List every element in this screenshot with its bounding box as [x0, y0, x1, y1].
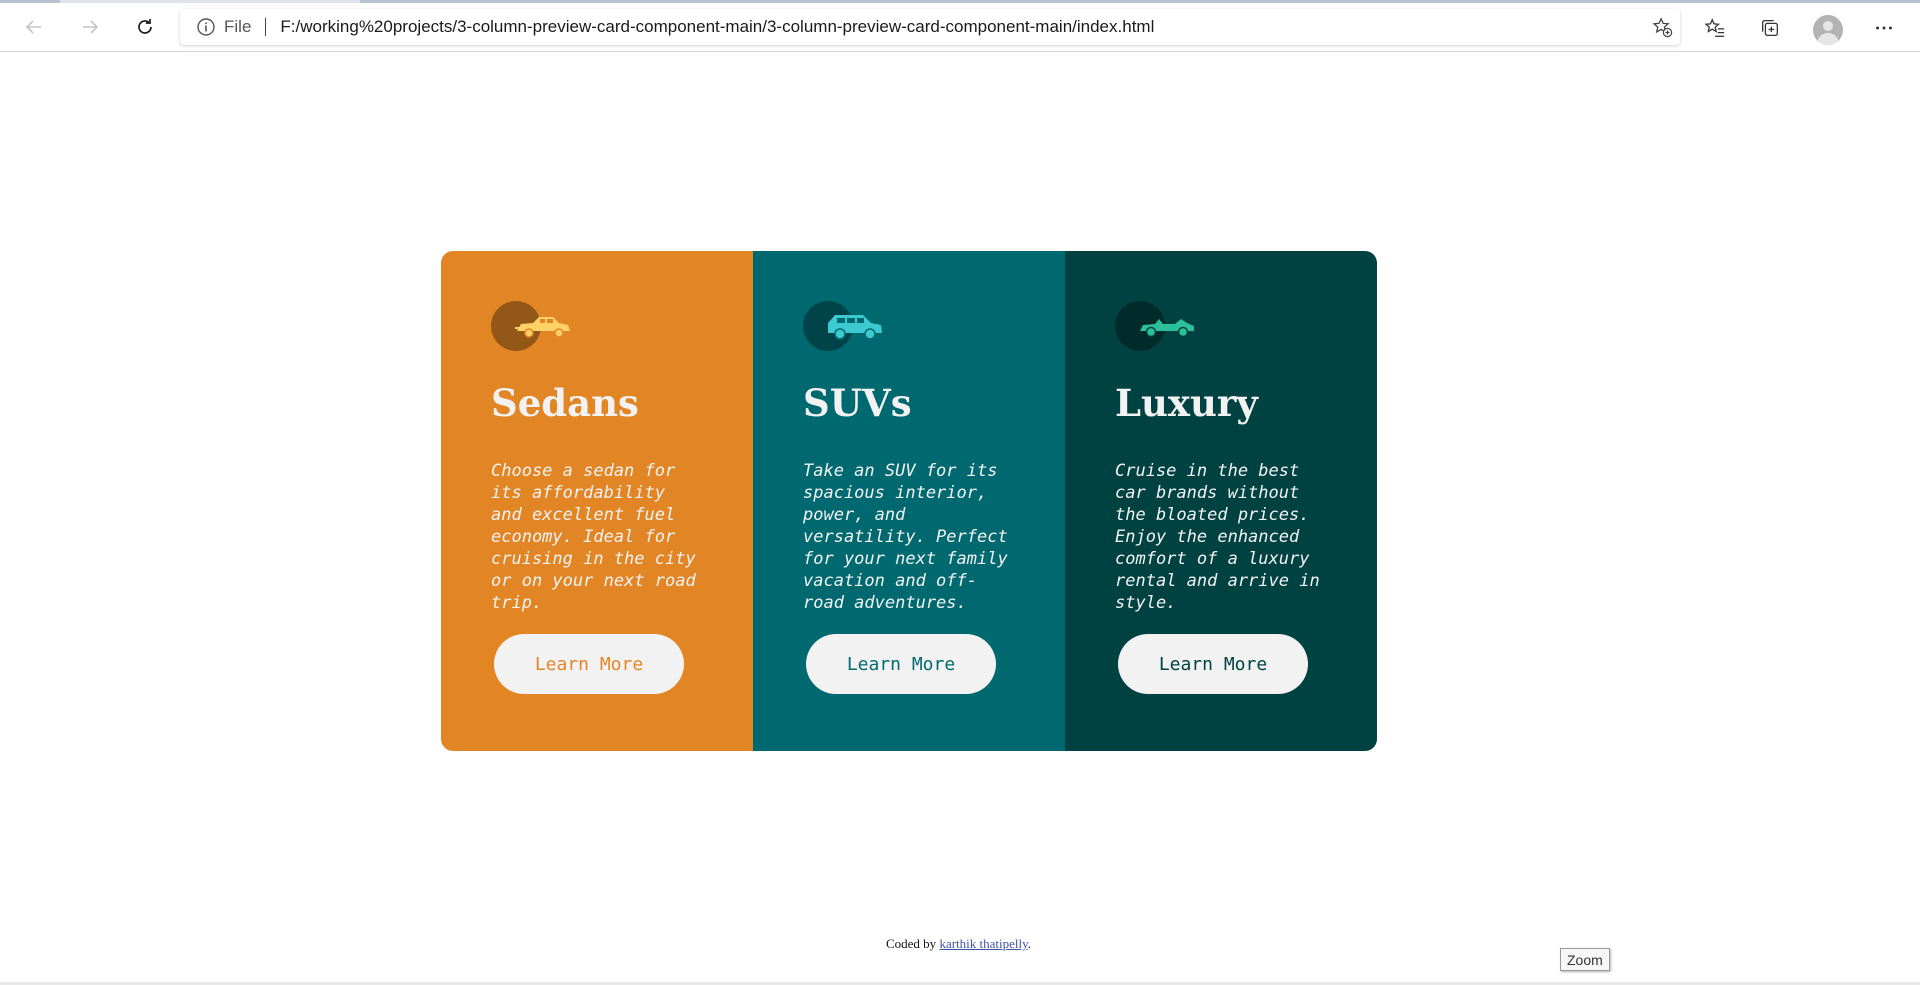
sedan-car-icon	[515, 317, 570, 338]
address-scheme-label: File	[224, 17, 252, 36]
collections-icon	[1762, 20, 1778, 36]
avatar-body	[1818, 33, 1838, 45]
favorites-icon	[1704, 18, 1725, 37]
more-icon	[1876, 26, 1892, 30]
avatar-head	[1823, 21, 1833, 31]
zoom-tooltip: Zoom	[1560, 948, 1610, 971]
card-suvs: SUVs Take an SUV for its spacious interi…	[753, 251, 1065, 751]
convertible-car-icon	[1140, 319, 1194, 338]
card-description: Choose a sedan for its affordability and…	[491, 461, 696, 613]
forward-button[interactable]	[72, 9, 108, 45]
author-link[interactable]: karthik thatipelly	[939, 936, 1027, 951]
address-separator	[265, 18, 267, 36]
card-description: Take an SUV for its spacious interior, p…	[803, 461, 1008, 613]
sedan-icon	[491, 301, 571, 351]
learn-more-button[interactable]: Learn More	[806, 634, 996, 694]
back-button[interactable]	[16, 9, 52, 45]
collections-button[interactable]	[1754, 12, 1786, 44]
luxury-car-icon	[1115, 301, 1195, 351]
learn-more-button[interactable]: Learn More	[1118, 634, 1308, 694]
card-title: SUVs	[803, 381, 912, 425]
learn-more-button[interactable]: Learn More	[494, 634, 684, 694]
browser-toolbar: File F:/working%20projects/3-column-prev…	[0, 3, 1920, 52]
avatar[interactable]	[1813, 15, 1843, 45]
card-title: Luxury	[1115, 381, 1258, 425]
arrow-right-icon	[83, 20, 99, 34]
card-luxury: Luxury Cruise in the best car brands wit…	[1065, 251, 1377, 751]
favorites-button[interactable]	[1699, 12, 1731, 44]
card-description: Cruise in the best car brands without th…	[1115, 461, 1320, 613]
info-icon[interactable]	[196, 17, 216, 37]
arrow-left-icon	[25, 20, 41, 34]
card-sedans: Sedans Choose a sedan for its affordabil…	[441, 251, 753, 751]
suv-car-icon	[828, 315, 882, 340]
menu-button[interactable]	[1868, 12, 1900, 44]
attribution-prefix: Coded by	[885, 936, 937, 951]
refresh-icon	[138, 19, 152, 34]
refresh-button[interactable]	[127, 9, 163, 45]
address-bar[interactable]: File F:/working%20projects/3-column-prev…	[180, 9, 1680, 45]
suv-icon	[803, 301, 883, 351]
star-plus-icon	[1652, 17, 1673, 38]
add-favorite-button[interactable]	[1650, 15, 1674, 39]
attribution-suffix: .	[1027, 936, 1032, 951]
attribution: Coded by karthik thatipelly.	[0, 936, 1920, 952]
card-title: Sedans	[491, 381, 639, 425]
address-url[interactable]: F:/working%20projects/3-column-preview-c…	[280, 17, 1154, 37]
cards-container: Sedans Choose a sedan for its affordabil…	[441, 251, 1379, 751]
